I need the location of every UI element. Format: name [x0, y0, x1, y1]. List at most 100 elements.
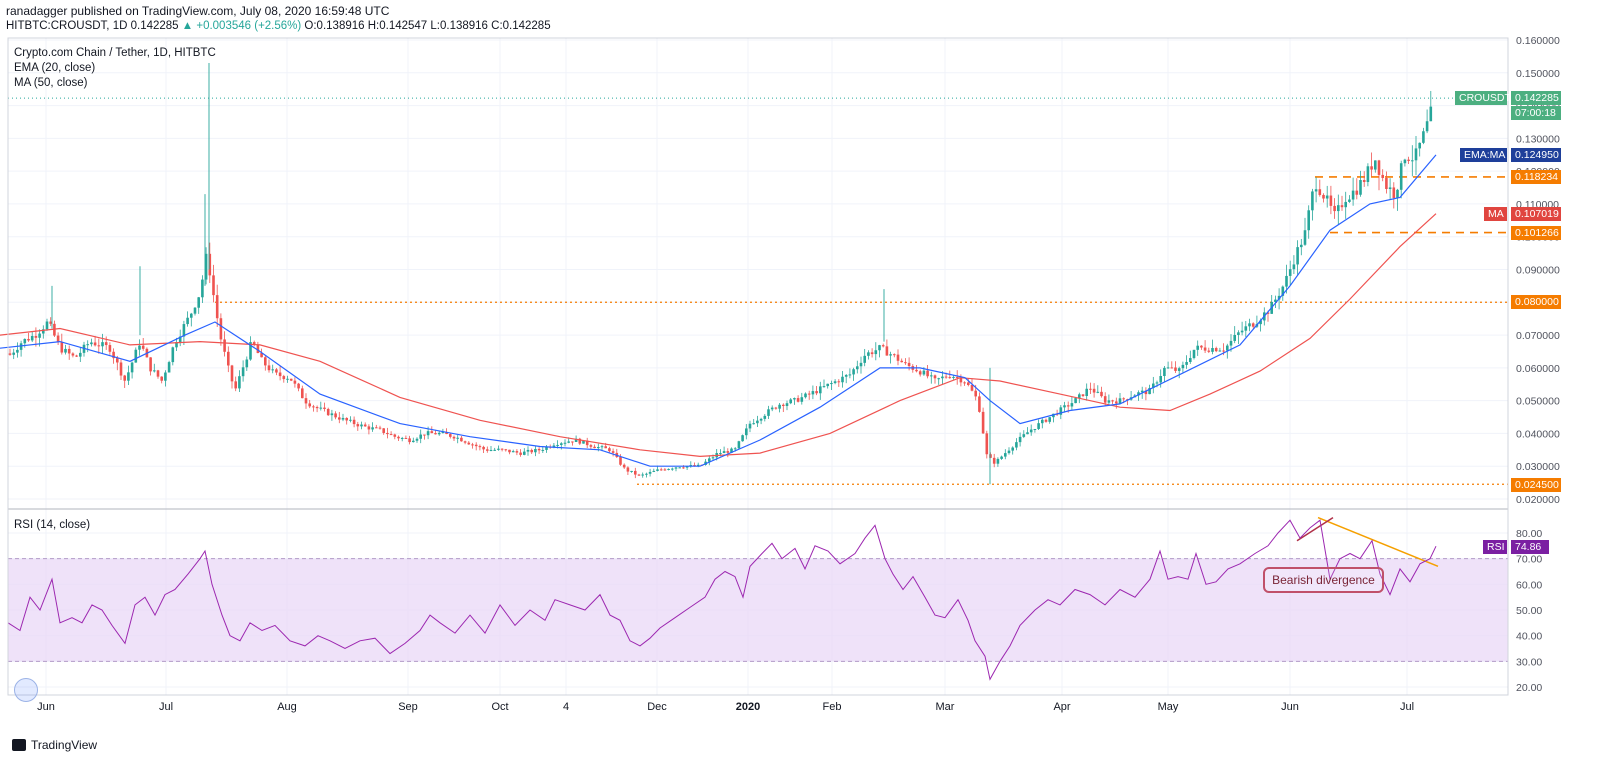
candle-body: [1422, 131, 1425, 143]
candle-body: [71, 353, 75, 356]
candle-body: [641, 474, 644, 476]
candle-body: [733, 448, 737, 450]
ohlc-line: HITBTC:CROUSDT, 1D 0.142285 ▲ +0.003546 …: [6, 20, 551, 32]
candle-body: [1348, 199, 1351, 202]
candle-body: [663, 469, 667, 471]
candle-body: [164, 372, 167, 381]
candle-body: [282, 376, 286, 380]
tradingview-chart-icon[interactable]: [14, 678, 38, 702]
candle-body: [785, 403, 789, 407]
candle-body: [874, 350, 878, 355]
candle-body: [275, 369, 278, 373]
ma-tag-value: 0.107019: [1511, 207, 1561, 221]
candle-body: [504, 449, 508, 451]
ema-legend[interactable]: EMA (20, close): [14, 62, 95, 74]
candle-body: [489, 449, 493, 451]
publish-line: ranadagger published on TradingView.com,…: [6, 4, 390, 18]
candle-body: [363, 424, 367, 427]
candle-body: [1425, 121, 1429, 132]
candle-body: [241, 367, 245, 377]
candle-body: [726, 451, 730, 453]
candle-body: [352, 419, 356, 425]
candle-body: [1118, 398, 1122, 404]
candle-body: [1388, 187, 1392, 190]
candle-body: [1070, 403, 1074, 407]
candle-body: [463, 441, 467, 443]
candle-body: [423, 434, 426, 436]
candle-body: [870, 352, 874, 355]
candle-body: [452, 436, 456, 439]
price-tick-label: 0.150000: [1516, 68, 1560, 80]
candle-body: [437, 432, 441, 435]
time-tick-label: Apr: [1053, 701, 1070, 713]
candle-body: [397, 436, 400, 439]
candle-body: [1403, 159, 1407, 164]
candle-body: [38, 333, 41, 338]
candle-body: [1181, 364, 1185, 369]
candle-body: [497, 448, 500, 450]
candle-body: [97, 345, 101, 347]
level-118234-tag: 0.118234: [1511, 170, 1561, 184]
candle-body: [323, 407, 326, 409]
rsi-legend[interactable]: RSI (14, close): [14, 519, 90, 531]
time-tick-label: Jun: [37, 701, 55, 713]
candle-body: [1048, 417, 1051, 422]
footer-brand: TradingView: [31, 738, 98, 752]
candle-body: [659, 469, 663, 471]
candle-body: [1007, 450, 1011, 454]
ma-legend[interactable]: MA (50, close): [14, 77, 88, 89]
rsi-tick-label: 30.00: [1516, 656, 1542, 668]
candle-body: [567, 441, 570, 443]
candle-body: [419, 434, 422, 439]
candle-body: [1377, 160, 1381, 175]
candle-body: [933, 375, 937, 379]
candle-body: [996, 458, 1000, 464]
time-tick-label: May: [1158, 701, 1179, 713]
candle-body: [589, 445, 593, 447]
candle-body: [474, 444, 478, 447]
candle-body: [889, 354, 892, 356]
candle-body: [863, 355, 866, 363]
candle-body: [1418, 142, 1421, 149]
candle-body: [1344, 201, 1347, 208]
candle-body: [992, 457, 996, 464]
candle-body: [608, 448, 611, 452]
candle-body: [1229, 340, 1233, 346]
level-024500-tag: 0.024500: [1511, 478, 1561, 492]
candle-body: [386, 432, 389, 435]
candle-body: [774, 407, 778, 409]
candle-body: [415, 438, 419, 441]
candle-body: [515, 451, 519, 453]
candle-body: [534, 448, 537, 453]
candle-body: [482, 446, 485, 450]
candle-body: [1355, 190, 1359, 195]
candle-body: [212, 275, 215, 296]
candle-body: [1185, 361, 1188, 365]
candle-body: [759, 418, 763, 421]
candle-body: [34, 336, 38, 338]
last-price: 0.142285: [130, 20, 179, 32]
candle-body: [800, 397, 804, 402]
price-tick-label: 0.040000: [1516, 428, 1560, 440]
candle-body: [619, 457, 622, 465]
candle-body: [1240, 330, 1244, 333]
candle-body: [1015, 442, 1018, 448]
candle-body: [378, 427, 382, 429]
candle-body: [45, 321, 49, 330]
candle-body: [460, 437, 463, 442]
candle-body: [27, 338, 30, 341]
candle-body: [1429, 106, 1433, 122]
candle-body: [963, 382, 966, 384]
candle-body: [289, 378, 293, 381]
candle-body: [900, 360, 903, 363]
candle-body: [1170, 367, 1174, 369]
candle-body: [630, 470, 633, 472]
tradingview-logo-icon: [12, 739, 26, 751]
candle-body: [315, 407, 319, 409]
candle-body: [430, 431, 434, 434]
price-chart[interactable]: 0.1600000.1500000.1400000.1300000.120000…: [0, 0, 1600, 763]
time-tick-label: Jun: [1281, 701, 1299, 713]
price-tag-label: CROUSDT: [1455, 91, 1511, 105]
candle-body: [1333, 205, 1336, 212]
candle-body: [201, 279, 204, 298]
